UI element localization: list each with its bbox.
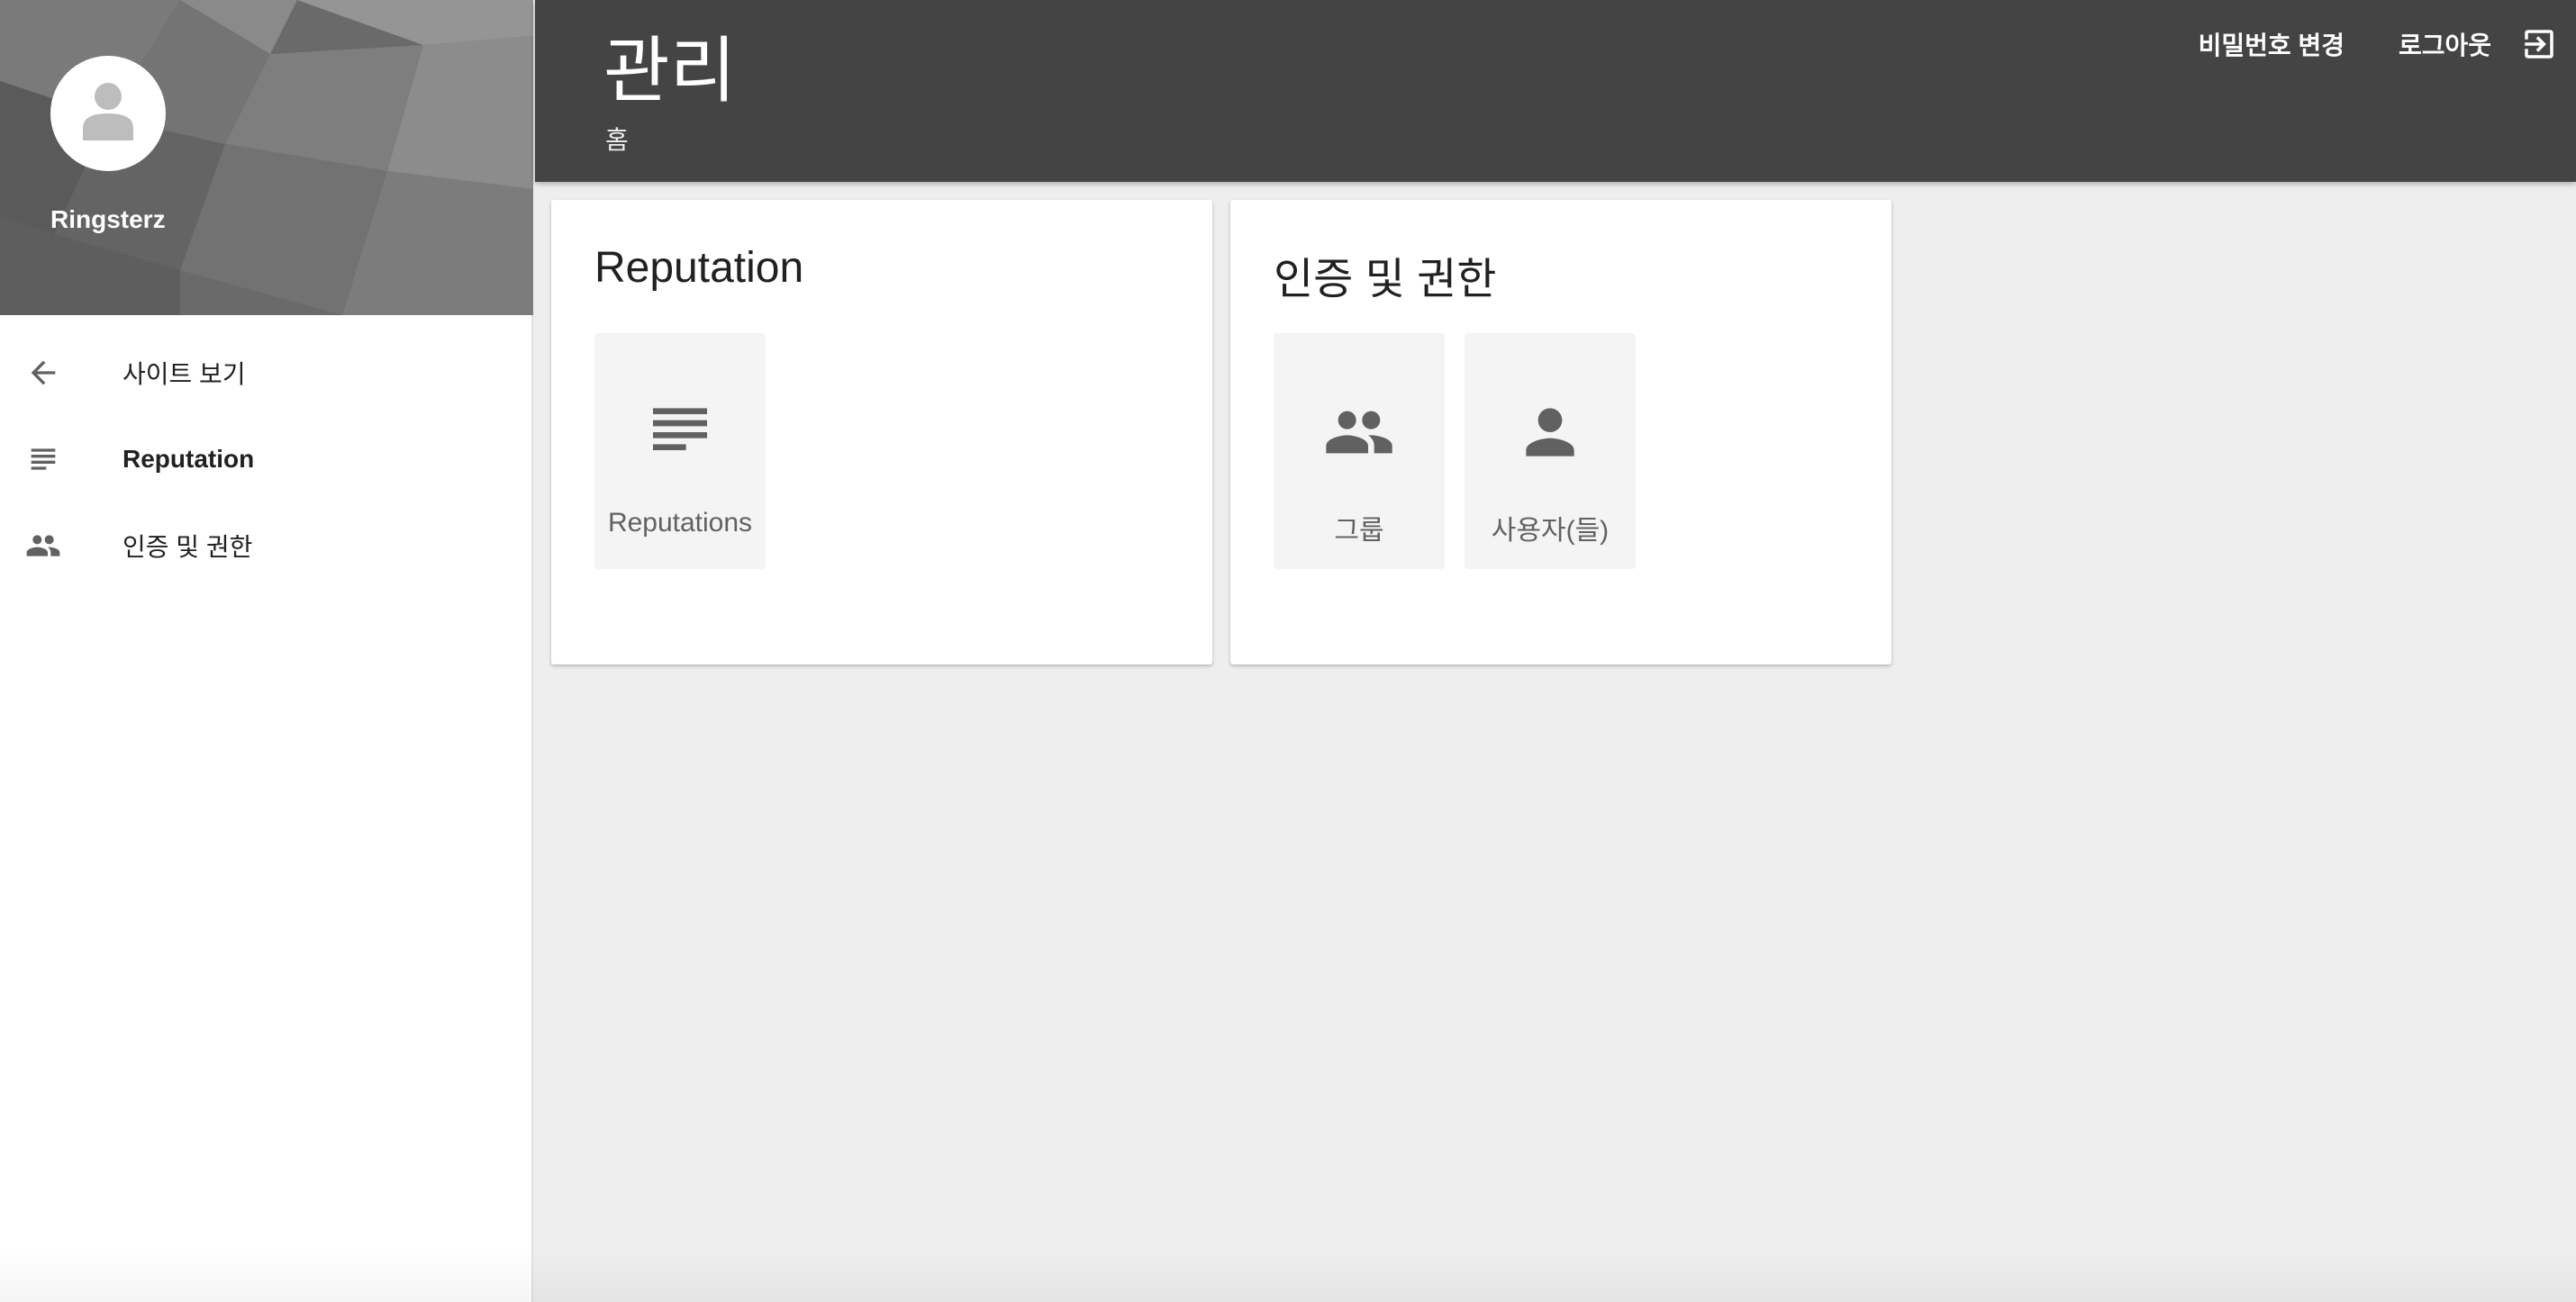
breadcrumb[interactable]: 홈	[605, 121, 629, 157]
sidebar-item-reputation[interactable]: Reputation	[0, 416, 533, 502]
tile-label: Reputations	[607, 508, 753, 538]
logout-icon[interactable]	[2520, 25, 2558, 63]
logout-link[interactable]: 로그아웃	[2399, 26, 2491, 62]
list-icon	[31, 448, 56, 470]
arrow-left-icon	[31, 360, 56, 385]
sidebar-item-view-site[interactable]: 사이트 보기	[0, 330, 533, 416]
bottom-shade	[0, 1248, 2576, 1302]
user-avatar-icon	[83, 83, 133, 140]
person-icon	[1526, 408, 1574, 457]
top-bar: 관리 홈 비밀번호 변경 로그아웃	[535, 0, 2576, 182]
tile-label: 그룹	[1334, 516, 1384, 546]
page-title: 관리	[603, 29, 737, 113]
change-password-link[interactable]: 비밀번호 변경	[2199, 26, 2345, 62]
sidebar-item-label: 사이트 보기	[122, 360, 246, 388]
card-title: 인증 및 권한	[1274, 256, 1497, 303]
people-icon	[26, 535, 60, 556]
card-auth: 인증 및 권한 그룹 사용자(들)	[1230, 200, 1891, 665]
sidebar-item-label: 인증 및 권한	[122, 533, 253, 561]
tile-reputations[interactable]: Reputations	[594, 333, 766, 569]
sidebar-item-auth[interactable]: 인증 및 권한	[0, 502, 533, 589]
tile-label: 사용자(들)	[1491, 516, 1610, 546]
avatar	[50, 56, 166, 171]
group-icon	[1326, 411, 1392, 454]
username: Ringsterz	[50, 205, 166, 233]
top-actions: 비밀번호 변경 로그아웃	[2145, 25, 2558, 63]
sidebar-header: Ringsterz	[0, 0, 533, 315]
tile-users[interactable]: 사용자(들)	[1465, 333, 1636, 569]
sidebar-item-label: Reputation	[122, 445, 255, 473]
list-icon	[653, 408, 707, 450]
sidebar-nav: 사이트 보기 Reputation 인증 및 권한	[0, 330, 533, 589]
sidebar: Ringsterz 사이트 보기 Reputation 인증 및 권한	[0, 0, 533, 1302]
tile-groups[interactable]: 그룹	[1274, 333, 1445, 569]
card-reputation: Reputation Reputations	[551, 200, 1212, 665]
card-title: Reputation	[594, 244, 804, 292]
